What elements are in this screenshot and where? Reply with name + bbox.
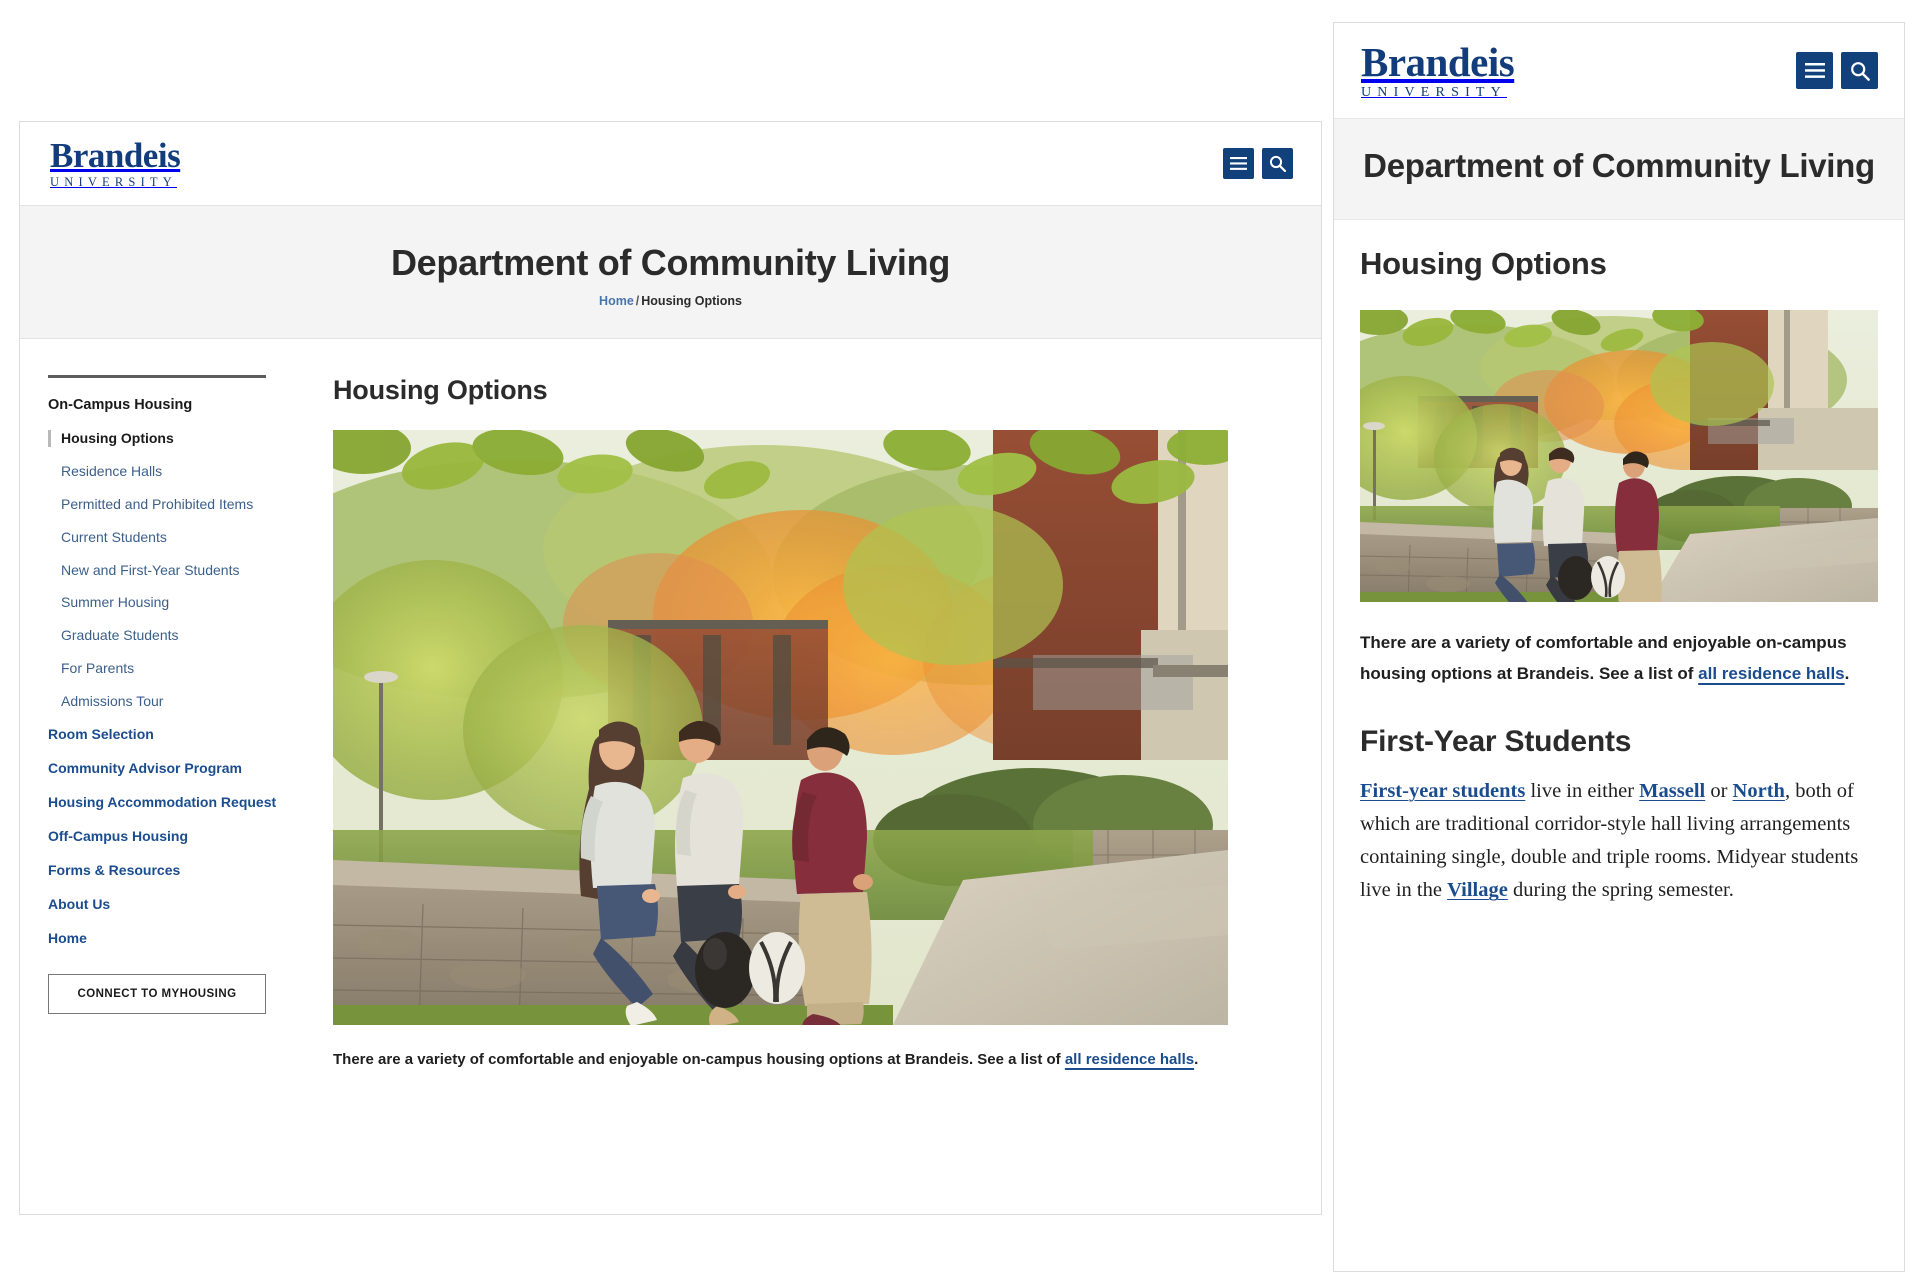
screenshot-root: Brandeis UNIVERSITY Department of Commun… — [0, 0, 1920, 1280]
mobile-title-band: Department of Community Living — [1334, 119, 1904, 221]
all-residence-halls-link[interactable]: all residence halls — [1065, 1051, 1194, 1068]
sidebar-item-new-and-first-year-students[interactable]: New and First-Year Students — [48, 562, 298, 579]
sidebar-item-admissions-tour[interactable]: Admissions Tour — [48, 693, 298, 710]
sidebar-topitem: About Us — [48, 896, 298, 914]
search-button[interactable] — [1262, 148, 1293, 179]
brandeis-logo-mobile[interactable]: Brandeis UNIVERSITY — [1361, 38, 1515, 100]
mobile-body: Housing Options There are a variety of c… — [1334, 220, 1904, 907]
sidebar-item-forms-resources[interactable]: Forms & Resources — [48, 862, 180, 878]
sidebar-item-summer-housing[interactable]: Summer Housing — [48, 594, 298, 611]
sidebar-subitem: Admissions Tour — [48, 693, 298, 710]
sidebar-topitem: Forms & Resources — [48, 862, 298, 880]
intro-text-post: . — [1194, 1051, 1199, 1068]
intro-paragraph: There are a variety of comfortable and e… — [333, 1047, 1218, 1073]
search-button-mobile[interactable] — [1841, 52, 1878, 89]
intro-text-post-mobile: . — [1844, 663, 1850, 683]
intro-text-pre: There are a variety of comfortable and e… — [333, 1051, 1065, 1068]
brandeis-logo[interactable]: Brandeis UNIVERSITY — [50, 136, 181, 190]
massell-link[interactable]: Massell — [1639, 780, 1705, 802]
hamburger-menu-icon — [1804, 63, 1825, 78]
sidebar-top-rule — [48, 375, 266, 378]
breadcrumb-separator: / — [635, 294, 640, 308]
sidebar-subitem: For Parents — [48, 660, 298, 677]
sidebar-top-list: Room Selection Community Advisor Program H… — [48, 726, 298, 948]
logo-wordmark: Brandeis — [50, 136, 181, 176]
mobile-header-nav-buttons — [1796, 52, 1878, 89]
sidebar-item-about-us[interactable]: About Us — [48, 896, 110, 912]
sidebar-subitem: Summer Housing — [48, 594, 298, 611]
logo-subtext-mobile: UNIVERSITY — [1361, 84, 1507, 100]
sidebar-subitem: Current Students — [48, 529, 298, 546]
sidebar-topitem: Off-Campus Housing — [48, 828, 298, 846]
first-year-students-heading: First-Year Students — [1360, 724, 1632, 758]
hamburger-menu-button[interactable] — [1223, 148, 1254, 179]
first-year-students-link[interactable]: First-year students — [1360, 780, 1525, 802]
fy-text-4: during the spring semester. — [1507, 879, 1734, 902]
sidebar-item-housing-accommodation-request[interactable]: Housing Accommodation Request — [48, 794, 276, 810]
sidebar-item-room-selection[interactable]: Room Selection — [48, 726, 154, 742]
mobile-site-header: Brandeis UNIVERSITY — [1334, 23, 1904, 119]
desktop-page-panel: Brandeis UNIVERSITY Department of Commun… — [19, 121, 1322, 1215]
campus-photo-mobile — [1360, 310, 1878, 603]
sidebar-topitem: Housing Accommodation Request — [48, 794, 298, 812]
sidebar-item-home[interactable]: Home — [48, 930, 87, 946]
desktop-title-band: Department of Community Living Home / Hous… — [20, 206, 1321, 339]
mobile-page-panel: Brandeis UNIVERSITY Department of Commun… — [1333, 22, 1905, 1272]
desktop-body: On-Campus Housing Housing Options Residen… — [20, 339, 1321, 1073]
header-nav-buttons — [1223, 148, 1293, 179]
search-icon — [1269, 155, 1286, 172]
village-link[interactable]: Village — [1447, 879, 1508, 901]
page-title: Department of Community Living — [390, 242, 951, 283]
sidebar-item-permitted-and-prohibited-items[interactable]: Permitted and Prohibited Items — [48, 496, 298, 513]
sidebar-navigation: On-Campus Housing Housing Options Residen… — [48, 375, 318, 1073]
logo-subtext: UNIVERSITY — [50, 175, 177, 190]
sidebar-item-off-campus-housing[interactable]: Off-Campus Housing — [48, 828, 188, 844]
sidebar-subitem: Residence Halls — [48, 463, 298, 480]
first-year-students-paragraph: First-year students live in either Masse… — [1360, 775, 1878, 908]
north-link[interactable]: North — [1733, 780, 1785, 802]
sidebar-sub-list: Housing Options Residence Halls Permitted … — [48, 430, 298, 709]
sidebar-item-current-students[interactable]: Current Students — [48, 529, 298, 546]
content-heading: Housing Options — [333, 375, 548, 405]
connect-to-myhousing-button[interactable]: CONNECT TO MYHOUSING — [48, 973, 266, 1014]
sidebar-subitem: New and First-Year Students — [48, 562, 298, 579]
search-icon — [1850, 61, 1870, 81]
content-heading-mobile: Housing Options — [1360, 246, 1607, 282]
sidebar-item-housing-options[interactable]: Housing Options — [48, 430, 298, 448]
page-title-mobile: Department of Community Living — [1363, 147, 1875, 184]
sidebar-subitem: Graduate Students — [48, 627, 298, 644]
sidebar-item-for-parents[interactable]: For Parents — [48, 660, 298, 677]
campus-photo-desktop — [333, 430, 1228, 1025]
all-residence-halls-link-mobile[interactable]: all residence halls — [1698, 664, 1844, 683]
fy-text-2: or — [1705, 779, 1733, 802]
sidebar-topitem: Room Selection — [48, 726, 298, 744]
main-content-column: Housing Options There are a variety of c… — [318, 375, 1293, 1073]
sidebar-group-heading: On-Campus Housing — [48, 397, 193, 413]
breadcrumb-current: Housing Options — [641, 294, 742, 308]
breadcrumb-home-link[interactable]: Home — [599, 294, 634, 308]
logo-wordmark-mobile: Brandeis — [1361, 38, 1515, 85]
hamburger-menu-button-mobile[interactable] — [1796, 52, 1833, 89]
breadcrumb: Home / Housing Options — [40, 294, 1301, 308]
fy-text-1: live in either — [1525, 779, 1640, 802]
hamburger-menu-icon — [1230, 157, 1247, 170]
sidebar-subitem: Housing Options — [48, 430, 298, 448]
sidebar-item-community-advisor-program[interactable]: Community Advisor Program — [48, 760, 242, 776]
sidebar-topitem: Community Advisor Program — [48, 760, 298, 778]
sidebar-topitem: Home — [48, 930, 298, 948]
desktop-site-header: Brandeis UNIVERSITY — [20, 122, 1321, 206]
sidebar-item-residence-halls[interactable]: Residence Halls — [48, 463, 298, 480]
sidebar-subitem: Permitted and Prohibited Items — [48, 496, 298, 513]
sidebar-item-graduate-students[interactable]: Graduate Students — [48, 627, 298, 644]
intro-paragraph-mobile: There are a variety of comfortable and e… — [1360, 628, 1878, 689]
